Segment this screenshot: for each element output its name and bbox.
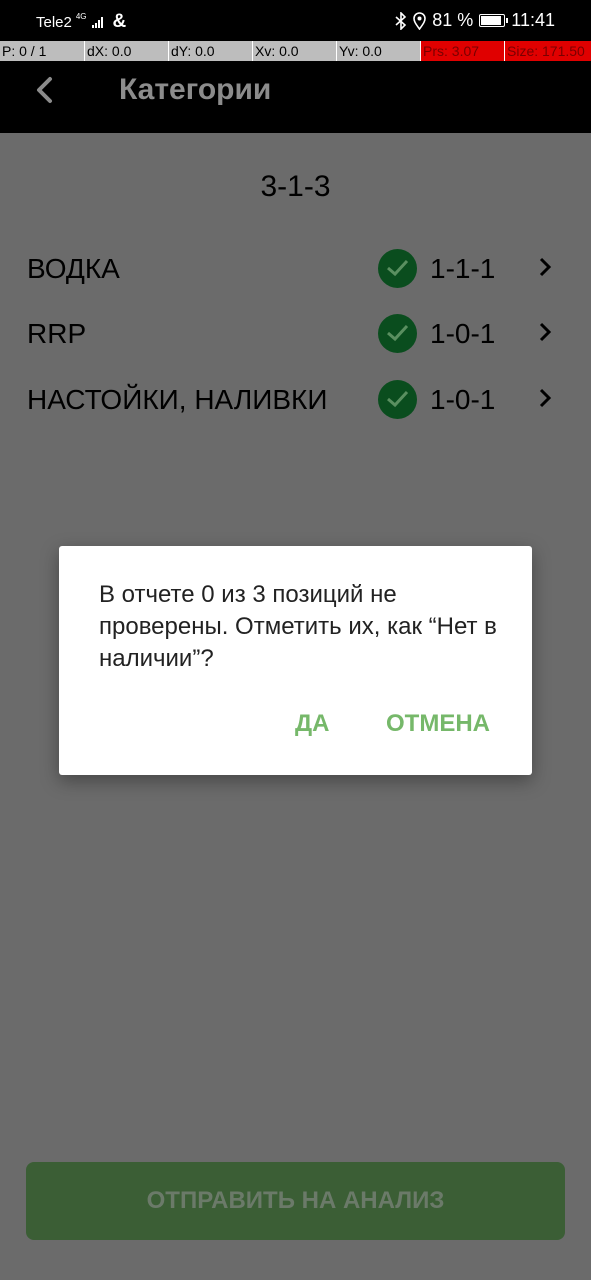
debug-pressure: Prs: 3.07 [420,41,504,61]
status-right: 81 % 11:41 [395,10,555,31]
category-row-vodka[interactable]: ВОДКА 1-1-1 [0,243,591,293]
debug-yv: Yv: 0.0 [336,41,420,61]
page-title: Категории [119,73,272,106]
carrier-label: Tele2 [36,13,72,31]
category-row-nastoyki[interactable]: НАСТОЙКИ, НАЛИВКИ 1-0-1 [0,374,591,424]
battery-icon [479,14,509,27]
battery-percent: 81 % [432,10,474,30]
check-icon [378,380,417,419]
back-button[interactable] [32,73,64,109]
debug-xv: Xv: 0.0 [252,41,336,61]
category-counts: 1-0-1 [430,384,496,415]
bluetooth-icon [395,11,407,30]
check-icon [378,314,417,353]
category-name: RRP [27,318,87,349]
chevron-right-icon [539,322,552,342]
location-icon [413,11,427,30]
category-name: ВОДКА [27,253,120,284]
confirm-dialog: В отчете 0 из 3 позиций не проверены. От… [59,546,532,775]
debug-size: Size: 171.50 [504,41,591,61]
status-bar: Tele2 4G & 81 % 11:41 [0,0,591,41]
clock: 11:41 [511,10,555,30]
debug-dy: dY: 0.0 [168,41,252,61]
chevron-right-icon [539,388,552,408]
chevron-right-icon [539,257,552,277]
status-left: Tele2 4G & [36,11,126,33]
debug-pointer-count: P: 0 / 1 [2,43,47,59]
check-icon [378,249,417,288]
summary-counts: 3-1-3 [260,170,331,203]
app-bar: Категории [0,61,591,133]
dialog-yes-button[interactable]: ДА [295,710,329,738]
notification-extra: & [112,11,127,32]
debug-dx: dX: 0.0 [84,41,168,61]
dialog-message: В отчете 0 из 3 позиций не проверены. От… [99,581,497,672]
category-counts: 1-0-1 [430,318,496,349]
back-arrow-icon [37,77,52,103]
category-row-rrp[interactable]: RRP 1-0-1 [0,308,591,358]
signal-icon [91,16,103,28]
pointer-debug-bar: P: 0 / 1 dX: 0.0 dY: 0.0 Xv: 0.0 Yv: 0.0… [0,41,591,61]
category-counts: 1-1-1 [430,253,496,284]
send-for-analysis-button[interactable]: ОТПРАВИТЬ НА АНАЛИЗ [26,1162,565,1240]
network-type-label: 4G [75,11,87,21]
category-name: НАСТОЙКИ, НАЛИВКИ [27,384,328,415]
dialog-cancel-button[interactable]: ОТМЕНА [386,710,490,738]
